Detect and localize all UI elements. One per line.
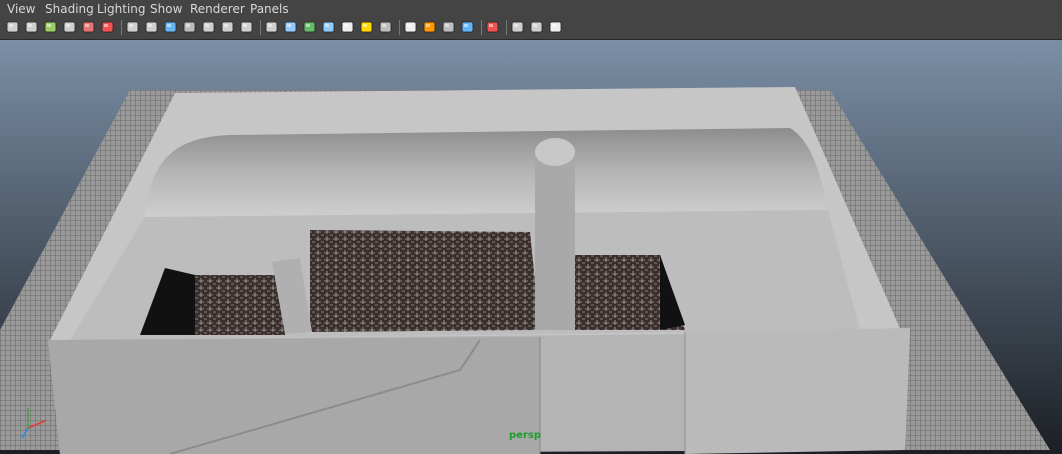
cube-icon[interactable] bbox=[510, 19, 526, 35]
share-icon[interactable] bbox=[548, 19, 564, 35]
toolbar-separator bbox=[399, 20, 400, 35]
toolbar-separator bbox=[506, 20, 507, 35]
xray-joints-icon[interactable] bbox=[302, 19, 318, 35]
two-pane-icon[interactable] bbox=[529, 19, 545, 35]
smooth-shade-icon[interactable] bbox=[163, 19, 179, 35]
all-lights-icon[interactable] bbox=[378, 19, 394, 35]
camera-label: persp bbox=[509, 430, 541, 441]
checker-icon[interactable] bbox=[340, 19, 356, 35]
flat-shade-icon[interactable] bbox=[182, 19, 198, 35]
menu-bar: View Shading Lighting Show Renderer Pane… bbox=[0, 0, 1062, 17]
shadows-icon[interactable] bbox=[403, 19, 419, 35]
grease-pencil-icon[interactable] bbox=[100, 19, 116, 35]
toolbar-separator bbox=[481, 20, 482, 35]
menu-show[interactable]: Show bbox=[150, 1, 182, 17]
perspective-viewport[interactable] bbox=[0, 40, 1062, 454]
toolbar-separator bbox=[121, 20, 122, 35]
floor-mesh-left bbox=[195, 275, 285, 335]
scene-render bbox=[0, 40, 1062, 454]
grid-icon[interactable] bbox=[144, 19, 160, 35]
select-camera-icon[interactable] bbox=[5, 19, 21, 35]
anti-aliasing-icon[interactable] bbox=[460, 19, 476, 35]
menu-shading[interactable]: Shading bbox=[45, 1, 94, 17]
vault-roof bbox=[145, 128, 828, 218]
image-plane-icon[interactable] bbox=[81, 19, 97, 35]
xray-icon[interactable] bbox=[283, 19, 299, 35]
viewport-toolbar bbox=[0, 17, 1062, 40]
lock-camera-icon[interactable] bbox=[24, 19, 40, 35]
text-icon[interactable] bbox=[239, 19, 255, 35]
isolate-select-icon[interactable] bbox=[485, 19, 501, 35]
wireframe-icon[interactable] bbox=[125, 19, 141, 35]
bookmark-icon[interactable] bbox=[62, 19, 78, 35]
column bbox=[535, 150, 575, 330]
texture-icon[interactable] bbox=[220, 19, 236, 35]
menu-renderer[interactable]: Renderer bbox=[190, 1, 245, 17]
floor-mesh-center bbox=[310, 230, 540, 332]
wireframe-on-shaded-icon[interactable] bbox=[264, 19, 280, 35]
ambient-occlusion-icon[interactable] bbox=[422, 19, 438, 35]
motion-blur-icon[interactable] bbox=[441, 19, 457, 35]
menu-panels[interactable]: Panels bbox=[250, 1, 289, 17]
camera-attributes-icon[interactable] bbox=[43, 19, 59, 35]
default-light-icon[interactable] bbox=[359, 19, 375, 35]
backface-cull-icon[interactable] bbox=[321, 19, 337, 35]
menu-lighting[interactable]: Lighting bbox=[97, 1, 146, 17]
bounding-box-icon[interactable] bbox=[201, 19, 217, 35]
menu-view[interactable]: View bbox=[7, 1, 35, 17]
toolbar-separator bbox=[260, 20, 261, 35]
